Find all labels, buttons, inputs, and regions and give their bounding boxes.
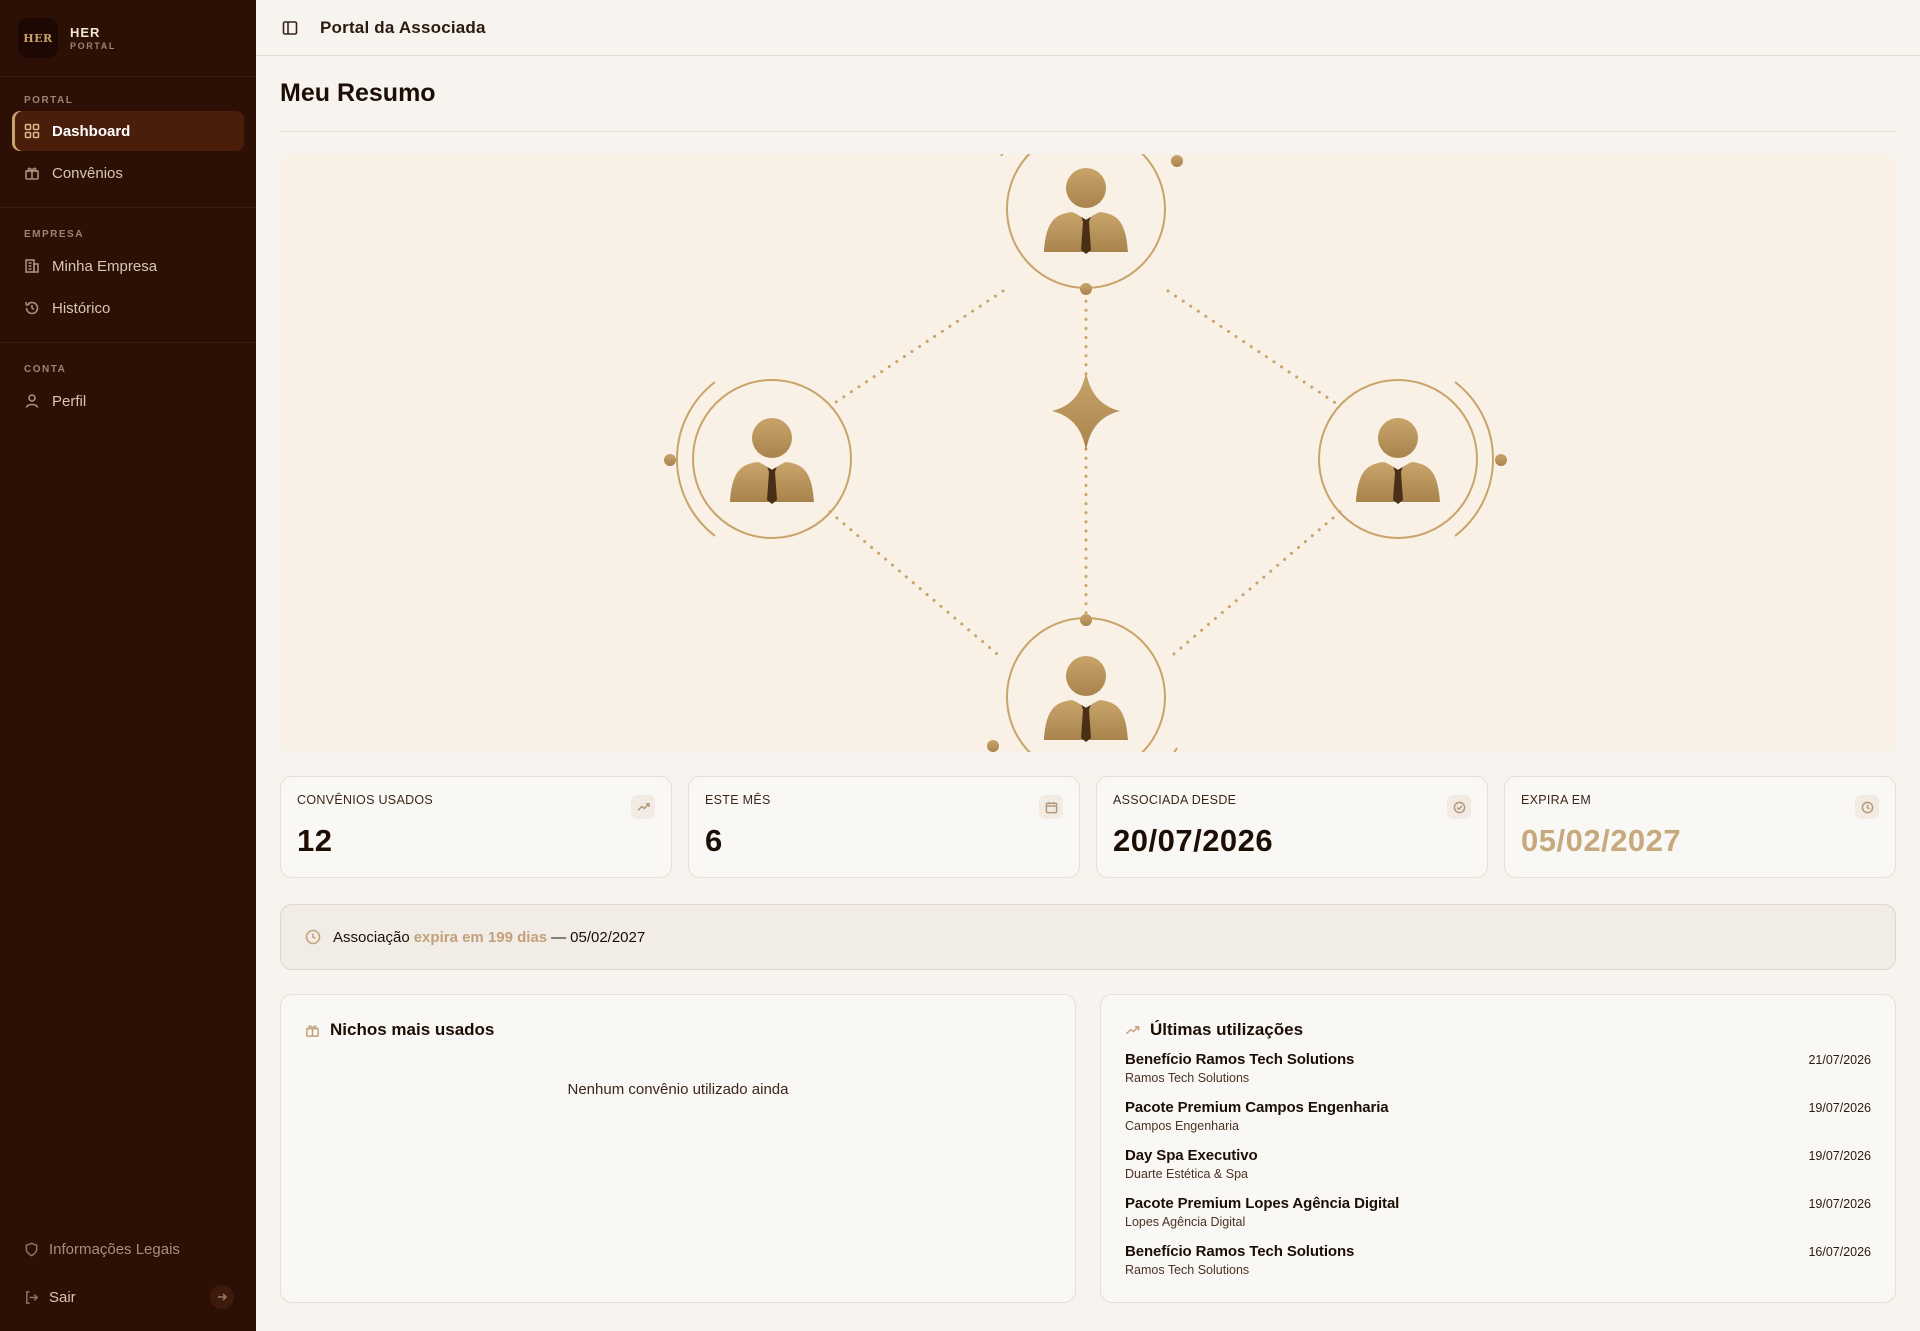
usage-date: 16/07/2026 [1808, 1245, 1871, 1259]
alert-prefix: Associação [333, 928, 410, 946]
stat-label: ASSOCIADA DESDE [1113, 793, 1237, 807]
brand-subtitle: PORTAL [70, 40, 116, 51]
sidebar-item-minha-empresa[interactable]: Minha Empresa [12, 246, 244, 286]
usage-name: Benefício Ramos Tech Solutions [1125, 1243, 1355, 1260]
person-icon [1354, 416, 1442, 506]
sidebar-item-perfil[interactable]: Perfil [12, 381, 244, 421]
gift-icon [25, 167, 39, 180]
usage-date: 19/07/2026 [1808, 1101, 1871, 1115]
list-item[interactable]: Pacote Premium Lopes Agência Digital Lop… [1125, 1195, 1871, 1243]
network-illustration [664, 154, 1507, 752]
stat-label: ESTE MÊS [705, 793, 771, 807]
alert-separator: — [551, 928, 567, 946]
history-icon [25, 301, 39, 315]
recent-usage-list: Benefício Ramos Tech Solutions Ramos Tec… [1125, 1051, 1871, 1291]
list-item[interactable]: Pacote Premium Campos Engenharia Campos … [1125, 1099, 1871, 1147]
usage-date: 21/07/2026 [1808, 1053, 1871, 1067]
sidebar-toggle-button[interactable] [280, 18, 300, 38]
clock-icon [305, 929, 321, 945]
dashboard-icon [24, 123, 40, 139]
stat-card-expira-em: EXPIRA EM 05/02/2027 [1504, 776, 1896, 878]
sidebar-item-dashboard[interactable]: Dashboard [12, 111, 244, 151]
usage-date: 19/07/2026 [1808, 1149, 1871, 1163]
usage-company: Campos Engenharia [1125, 1119, 1239, 1133]
clock-icon [1855, 795, 1879, 819]
logout-label: Sair [49, 1288, 76, 1306]
sidebar-item-label: Minha Empresa [52, 257, 158, 275]
list-item[interactable]: Benefício Ramos Tech Solutions Ramos Tec… [1125, 1243, 1871, 1291]
usage-name: Pacote Premium Lopes Agência Digital [1125, 1195, 1400, 1212]
stats-row: CONVÊNIOS USADOS 12 ESTE MÊS 6 ASSOCIADA… [280, 776, 1896, 878]
topbar: Portal da Associada [256, 0, 1920, 56]
sidebar-item-label: Dashboard [52, 122, 131, 140]
shield-icon [25, 1242, 38, 1256]
gift-icon [306, 1024, 319, 1037]
brand-logo: HER [18, 18, 58, 58]
usage-date: 19/07/2026 [1808, 1197, 1871, 1211]
arrow-right-icon[interactable] [210, 1285, 234, 1309]
empty-state: Nenhum convênio utilizado ainda [567, 1081, 789, 1098]
hero-illustration [280, 154, 1896, 752]
usage-name: Pacote Premium Campos Engenharia [1125, 1099, 1389, 1116]
topbar-title: Portal da Associada [320, 17, 486, 37]
stat-label: CONVÊNIOS USADOS [297, 793, 434, 807]
list-item[interactable]: Day Spa Executivo Duarte Estética & Spa … [1125, 1147, 1871, 1195]
trending-up-icon [631, 795, 655, 819]
legal-info-link[interactable]: Informações Legais [12, 1225, 244, 1273]
user-icon [25, 394, 39, 408]
sparkle-icon [1052, 371, 1120, 451]
person-icon [1042, 166, 1130, 256]
brand-name: HER [70, 24, 101, 40]
sidebar-toggle-icon [282, 20, 298, 35]
stat-value: 05/02/2027 [1521, 823, 1682, 858]
recent-usage-panel: Últimas utilizações Benefício Ramos Tech… [1100, 994, 1896, 1303]
usage-company: Lopes Agência Digital [1125, 1215, 1246, 1229]
legal-info-label: Informações Legais [49, 1240, 180, 1258]
alert-date: 05/02/2027 [570, 928, 646, 946]
panels-row: Nichos mais usados Nenhum convênio utili… [280, 994, 1896, 1303]
sidebar: HER HER PORTAL PORTAL Dashboard Convênio… [0, 0, 256, 1331]
sidebar-item-label: Histórico [52, 299, 111, 317]
nav-section-title: CONTA [24, 363, 67, 375]
logout-button[interactable]: Sair [12, 1273, 244, 1321]
main-content: Meu Resumo CONVÊNIOS USADOS 12 ESTE MÊS … [280, 56, 1896, 1303]
check-circle-icon [1447, 795, 1471, 819]
stat-label: EXPIRA EM [1521, 793, 1592, 807]
usage-name: Benefício Ramos Tech Solutions [1125, 1051, 1355, 1068]
stat-card-associada-desde: ASSOCIADA DESDE 20/07/2026 [1096, 776, 1488, 878]
expiration-alert: Associação expira em 199 dias — 05/02/20… [280, 904, 1896, 970]
usage-company: Ramos Tech Solutions [1125, 1263, 1250, 1277]
nav-section-title: PORTAL [24, 94, 74, 106]
niches-panel: Nichos mais usados Nenhum convênio utili… [280, 994, 1076, 1303]
stat-card-convenios-usados: CONVÊNIOS USADOS 12 [280, 776, 672, 878]
nav-section-portal: PORTAL Dashboard Convênios [0, 77, 256, 208]
trending-up-icon [1125, 1025, 1140, 1034]
stat-value: 20/07/2026 [1113, 823, 1274, 858]
stat-value: 6 [705, 823, 723, 858]
stat-value: 12 [297, 823, 333, 858]
building-icon [25, 259, 39, 273]
alert-highlight: expira em 199 dias [413, 928, 548, 946]
nav-section-conta: CONTA Perfil [0, 343, 256, 421]
logout-icon [26, 1290, 39, 1304]
niches-title: Nichos mais usados [330, 1020, 495, 1039]
brand[interactable]: HER HER PORTAL [0, 0, 256, 77]
nav-section-empresa: EMPRESA Minha Empresa Histórico [0, 208, 256, 343]
usage-company: Duarte Estética & Spa [1125, 1167, 1248, 1181]
sidebar-item-historico[interactable]: Histórico [12, 288, 244, 328]
sidebar-item-convenios[interactable]: Convênios [12, 153, 244, 193]
usage-company: Ramos Tech Solutions [1125, 1071, 1250, 1085]
sidebar-footer: Informações Legais Sair [0, 1225, 256, 1331]
page-title: Meu Resumo [280, 56, 1896, 132]
usage-name: Day Spa Executivo [1125, 1147, 1258, 1164]
recent-title: Últimas utilizações [1150, 1020, 1304, 1039]
stat-card-este-mes: ESTE MÊS 6 [688, 776, 1080, 878]
sidebar-item-label: Perfil [52, 392, 87, 410]
calendar-icon [1039, 795, 1063, 819]
list-item[interactable]: Benefício Ramos Tech Solutions Ramos Tec… [1125, 1051, 1871, 1099]
person-icon [728, 416, 816, 506]
sidebar-item-label: Convênios [52, 164, 123, 182]
nav-section-title: EMPRESA [24, 228, 84, 240]
person-icon [1042, 654, 1130, 744]
